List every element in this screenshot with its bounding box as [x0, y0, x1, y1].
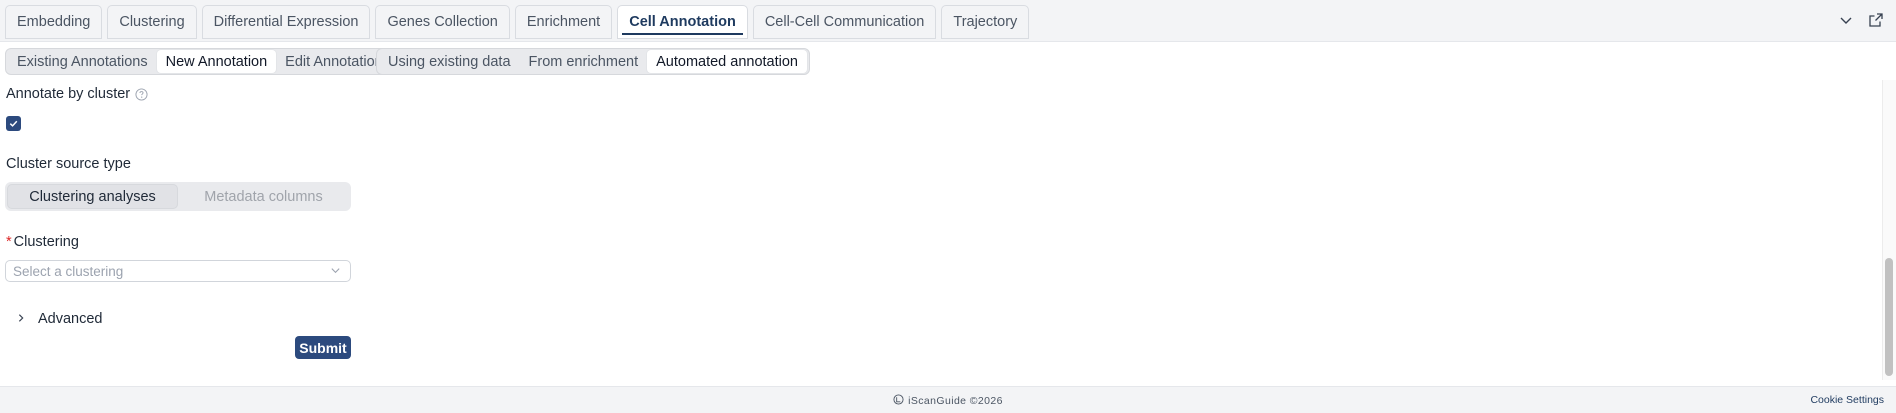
cluster-source-type-label: Cluster source type	[6, 156, 131, 172]
footer-brand-text: iScanGuide ©2026	[908, 395, 1003, 407]
submit-button[interactable]: Submit	[295, 336, 351, 359]
tab-cell-cell-communication[interactable]: Cell-Cell Communication	[752, 5, 937, 39]
annotation-mode-toggle: Existing Annotations New Annotation Edit…	[5, 48, 395, 75]
topbar-actions	[1838, 12, 1884, 28]
cluster-source-toggle: Clustering analyses Metadata columns	[5, 182, 351, 211]
new-annotation-option[interactable]: New Annotation	[156, 50, 277, 73]
check-icon	[9, 120, 18, 127]
edit-annotation-option[interactable]: Edit Annotation	[276, 50, 392, 73]
scrollbar-thumb[interactable]	[1885, 258, 1893, 376]
footer-brand: iScanGuide ©2026	[0, 394, 1896, 408]
advanced-label: Advanced	[38, 311, 103, 327]
question-circle-icon[interactable]	[135, 87, 148, 101]
cookie-settings-link[interactable]: Cookie Settings	[1810, 394, 1884, 406]
annotate-by-cluster-text: Annotate by cluster	[6, 86, 131, 102]
external-link-icon[interactable]	[1868, 12, 1884, 28]
annotate-by-cluster-label: Annotate by cluster	[6, 86, 148, 102]
tab-differential-expression[interactable]: Differential Expression	[201, 5, 371, 39]
tab-trajectory[interactable]: Trajectory	[941, 5, 1030, 39]
automated-annotation-option[interactable]: Automated annotation	[647, 50, 807, 73]
from-enrichment-option[interactable]: From enrichment	[520, 50, 648, 73]
tab-genes-collection[interactable]: Genes Collection	[375, 5, 510, 39]
clustering-select-placeholder: Select a clustering	[13, 263, 124, 279]
using-existing-data-option[interactable]: Using existing data	[379, 50, 520, 73]
annotate-by-cluster-checkbox[interactable]	[6, 116, 21, 131]
analysis-tabs: Embedding Clustering Differential Expres…	[5, 5, 1030, 39]
clustering-select[interactable]: Select a clustering	[5, 260, 351, 282]
annotation-method-toggle: Using existing data From enrichment Auto…	[376, 48, 810, 75]
clustering-label-text: Clustering	[13, 234, 79, 250]
logo-icon	[893, 394, 904, 408]
clustering-analyses-option[interactable]: Clustering analyses	[7, 184, 178, 209]
clustering-label: * Clustering	[6, 234, 79, 250]
advanced-toggle[interactable]: Advanced	[16, 311, 103, 327]
cluster-source-type-text: Cluster source type	[6, 156, 131, 172]
existing-annotations-option[interactable]: Existing Annotations	[8, 50, 157, 73]
chevron-down-icon	[330, 264, 341, 279]
footer: iScanGuide ©2026 Cookie Settings	[0, 386, 1896, 413]
metadata-columns-option[interactable]: Metadata columns	[178, 184, 349, 209]
tab-clustering[interactable]: Clustering	[107, 5, 197, 39]
required-mark: *	[6, 234, 12, 250]
tab-embedding[interactable]: Embedding	[5, 5, 103, 39]
top-tab-bar: Embedding Clustering Differential Expres…	[0, 0, 1896, 42]
chevron-right-icon	[16, 311, 26, 327]
chevron-down-icon[interactable]	[1838, 12, 1854, 28]
tab-enrichment[interactable]: Enrichment	[514, 5, 613, 39]
tab-cell-annotation[interactable]: Cell Annotation	[617, 5, 748, 39]
